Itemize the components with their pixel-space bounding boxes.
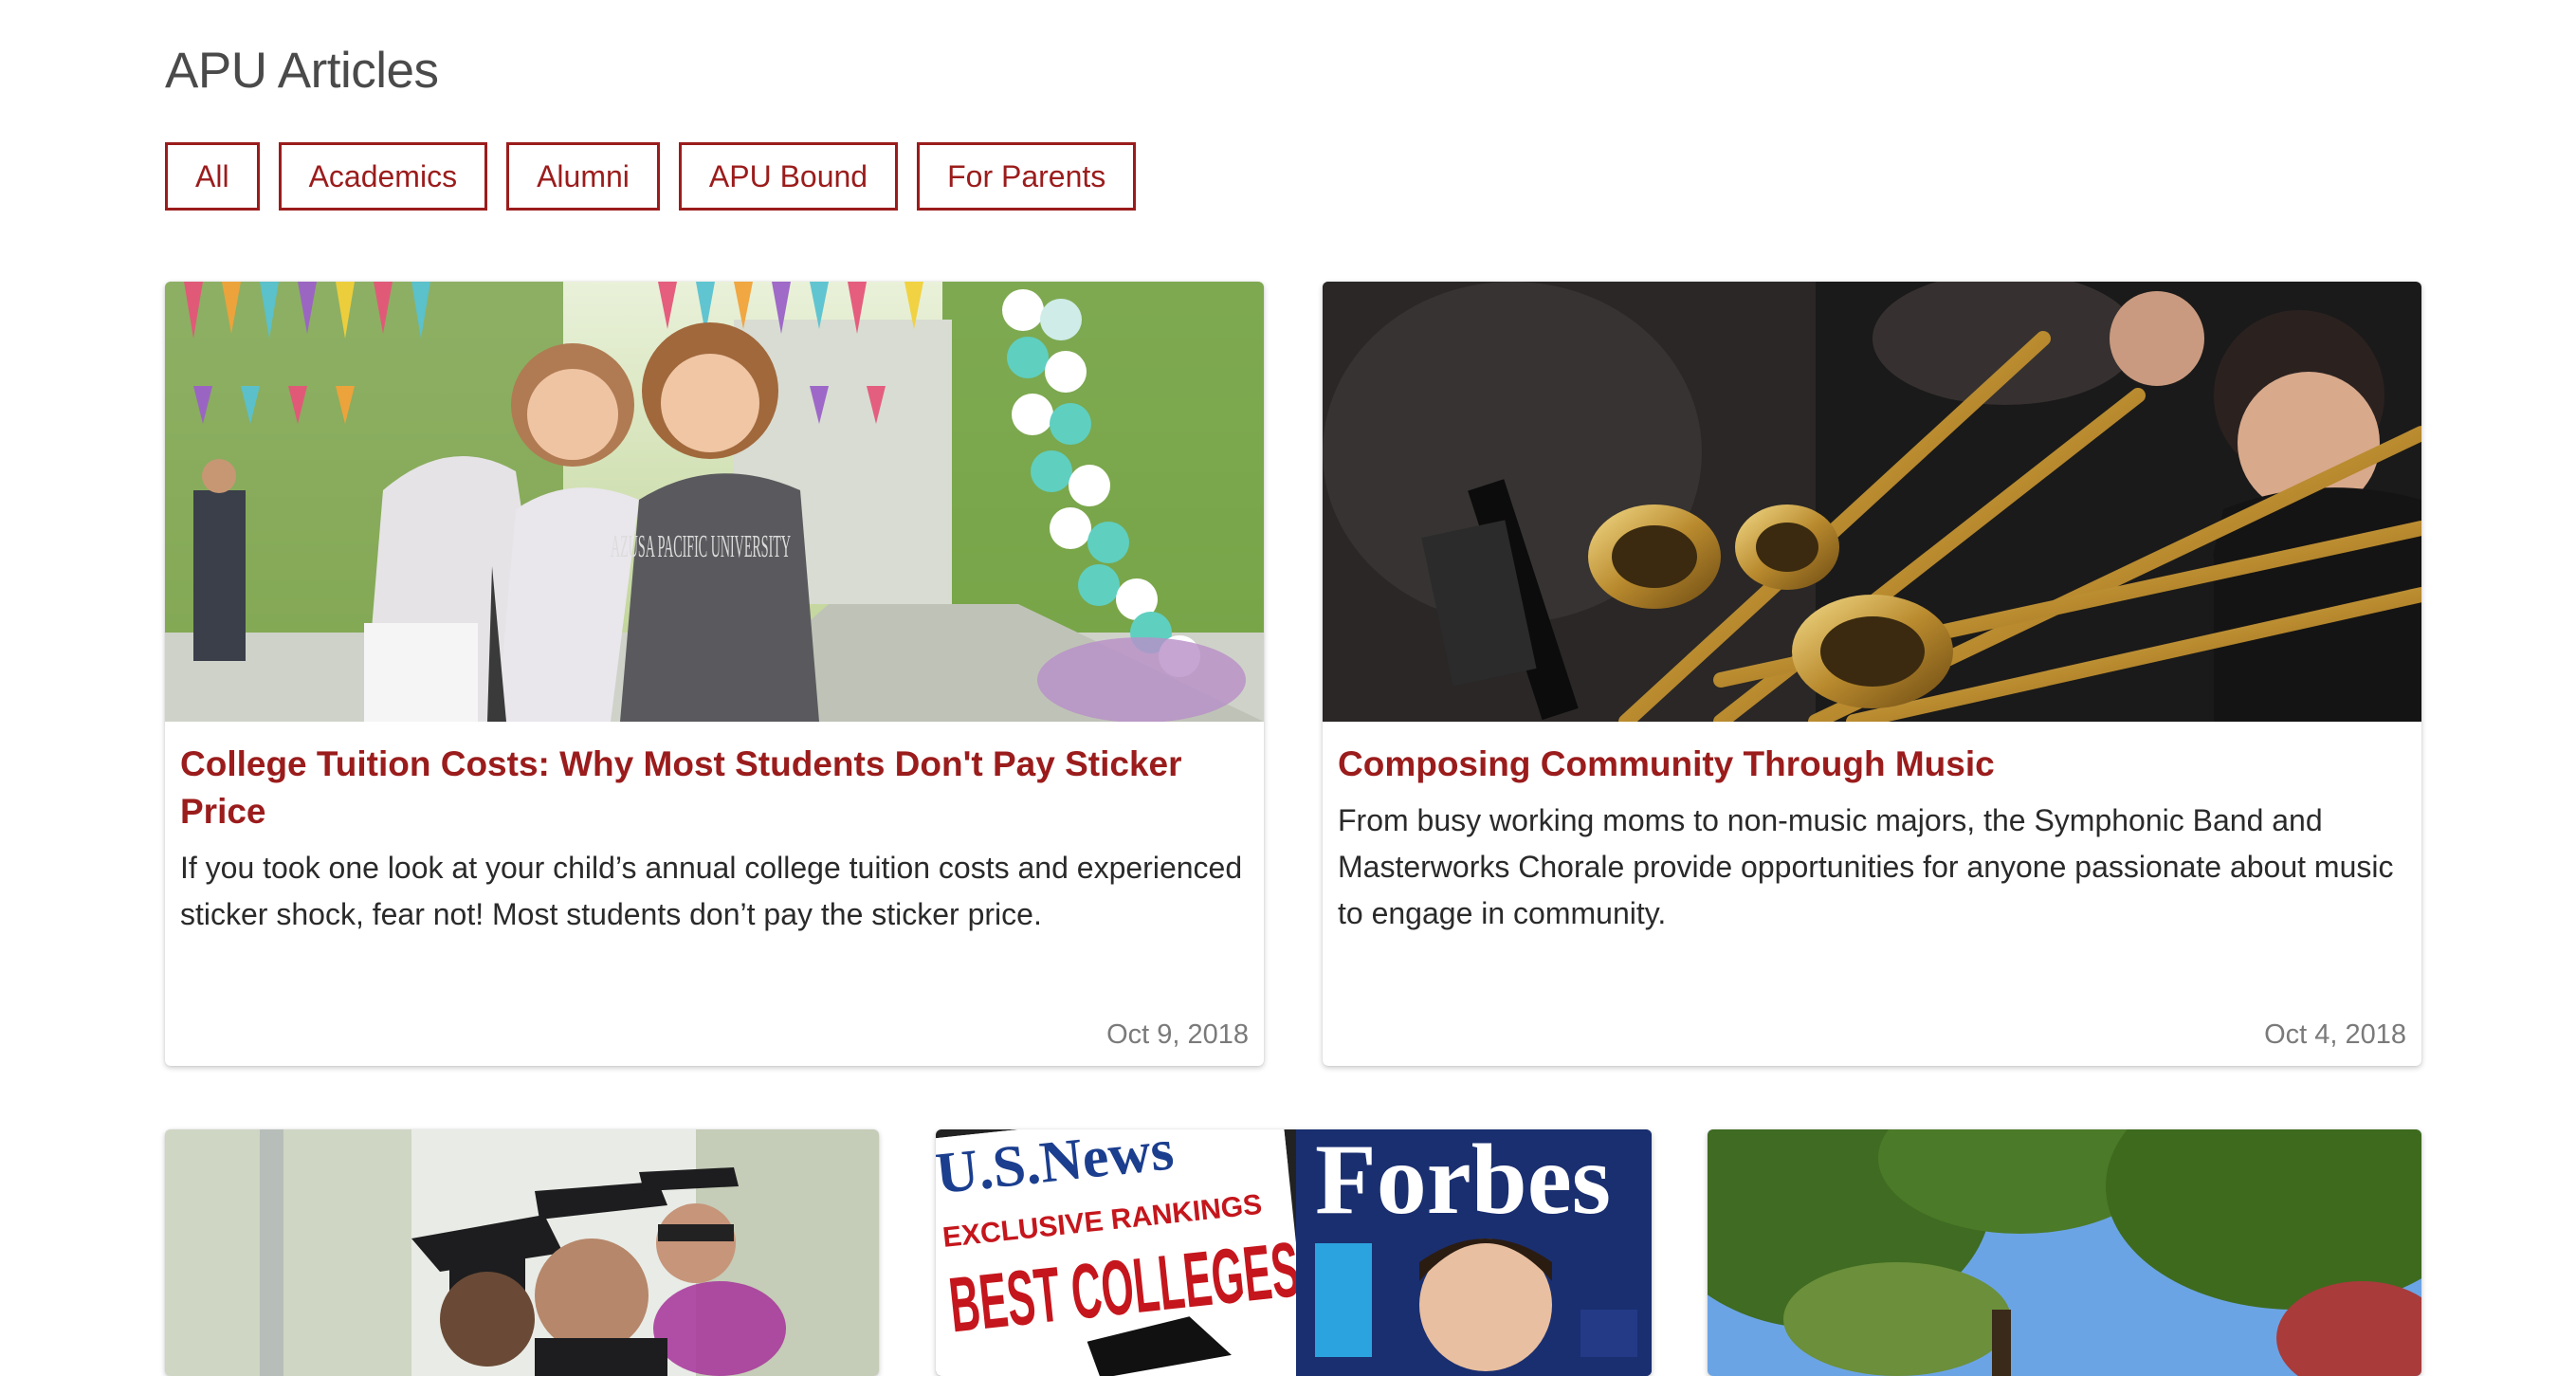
article-card[interactable]: U.S.News EXCLUSIVE RANKINGS BEST COLLEGE… bbox=[936, 1129, 1652, 1376]
filter-academics-button[interactable]: Academics bbox=[278, 142, 488, 211]
article-image[interactable] bbox=[165, 1129, 879, 1376]
shirt-text: AZUSA PACIFIC UNIVERSITY bbox=[611, 529, 791, 564]
article-image[interactable]: U.S.News EXCLUSIVE RANKINGS BEST COLLEGE… bbox=[936, 1129, 1652, 1376]
article-excerpt: From busy working moms to non-music majo… bbox=[1338, 803, 2394, 930]
filter-all-button[interactable]: All bbox=[165, 142, 260, 211]
article-image[interactable] bbox=[1323, 282, 2421, 722]
article-card[interactable]: Composing Community Through Music From b… bbox=[1323, 282, 2421, 1066]
article-card[interactable]: AZUSA PACIFIC UNIVERSITY College Tuition… bbox=[165, 282, 1264, 1066]
article-title[interactable]: College Tuition Costs: Why Most Students… bbox=[165, 722, 1264, 835]
filter-alumni-button[interactable]: Alumni bbox=[506, 142, 660, 211]
article-excerpt: If you took one look at your child’s ann… bbox=[180, 851, 1243, 931]
article-image[interactable] bbox=[1708, 1129, 2421, 1376]
article-date: Oct 4, 2018 bbox=[2264, 1019, 2406, 1050]
magazine-title-forbes: Forbes bbox=[1315, 1129, 1611, 1235]
article-date: Oct 9, 2018 bbox=[1106, 1019, 1249, 1050]
filter-for-parents-button[interactable]: For Parents bbox=[917, 142, 1137, 211]
filter-apu-bound-button[interactable]: APU Bound bbox=[678, 142, 899, 211]
article-image[interactable]: AZUSA PACIFIC UNIVERSITY bbox=[165, 282, 1264, 722]
article-card[interactable] bbox=[165, 1129, 879, 1376]
page: APU Articles All Academics Alumni APU Bo… bbox=[0, 0, 2576, 1376]
filter-bar: All Academics Alumni APU Bound For Paren… bbox=[165, 142, 1137, 211]
article-card[interactable] bbox=[1708, 1129, 2421, 1376]
article-title[interactable]: Composing Community Through Music bbox=[1323, 722, 2421, 788]
page-title: APU Articles bbox=[165, 43, 439, 99]
